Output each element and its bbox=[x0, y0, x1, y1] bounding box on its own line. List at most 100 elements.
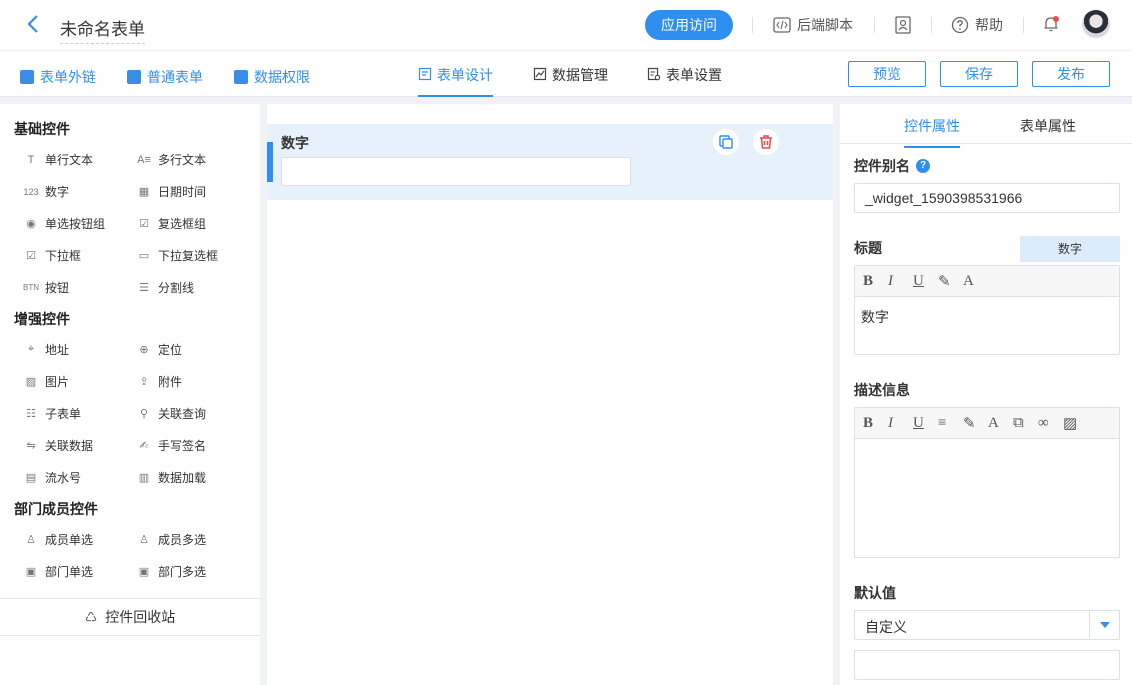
alias-label: 控件别名 bbox=[854, 158, 910, 174]
department-icon: ▣ bbox=[25, 566, 37, 578]
widget-related-data[interactable]: ⇋ 关联数据 bbox=[24, 437, 93, 454]
widget-single-line-text[interactable]: T 单行文本 bbox=[24, 151, 93, 168]
backend-script-button[interactable]: 后端脚本 bbox=[773, 15, 853, 35]
help-icon[interactable]: ? bbox=[916, 159, 930, 173]
back-icon[interactable] bbox=[26, 14, 44, 36]
data-permission-link[interactable]: 数据权限 bbox=[234, 67, 310, 87]
avatar[interactable] bbox=[1082, 10, 1110, 38]
selected-field-number[interactable]: 数字 bbox=[267, 124, 833, 200]
widget-label: 多行文本 bbox=[158, 153, 207, 167]
widget-related-query[interactable]: ⚲ 关联查询 bbox=[137, 405, 206, 422]
title-editor[interactable]: B I U ✎ A 数字 bbox=[854, 265, 1120, 355]
widget-multi-dropdown[interactable]: ▭ 下拉复选框 bbox=[137, 247, 218, 264]
widget-dept-single[interactable]: ▣ 部门单选 bbox=[24, 563, 93, 580]
copy-field-button[interactable] bbox=[713, 129, 739, 155]
form-title[interactable]: 未命名表单 bbox=[60, 15, 145, 44]
dropdown-icon: ☑ bbox=[26, 250, 36, 262]
code-icon bbox=[773, 17, 791, 33]
underline-icon[interactable]: U bbox=[913, 273, 938, 290]
italic-icon[interactable]: I bbox=[888, 273, 913, 290]
widget-serial-number[interactable]: ▤ 流水号 bbox=[24, 469, 81, 486]
recycle-bin-button[interactable]: ♺ 控件回收站 bbox=[0, 598, 260, 636]
title-chip[interactable]: 数字 bbox=[1020, 236, 1120, 262]
widget-signature[interactable]: ✍ 手写签名 bbox=[137, 437, 206, 454]
align-icon[interactable]: ≡ bbox=[938, 415, 963, 432]
subform-icon: ☷ bbox=[26, 408, 36, 420]
underline-icon[interactable]: U bbox=[913, 415, 938, 432]
bold-icon[interactable]: B bbox=[863, 415, 888, 432]
description-editor[interactable]: B I U ≡ ✎ A ⧉ ∞ ▨ bbox=[854, 407, 1120, 558]
widget-dropdown[interactable]: ☑ 下拉框 bbox=[24, 247, 81, 264]
radio-icon: ◉ bbox=[26, 218, 36, 230]
publish-button[interactable]: 发布 bbox=[1032, 61, 1110, 87]
brush-icon[interactable]: ✎ bbox=[963, 414, 988, 433]
section-title-enhanced: 增强控件 bbox=[14, 311, 70, 327]
recycle-bin-label: 控件回收站 bbox=[105, 609, 176, 625]
widget-image[interactable]: ▨ 图片 bbox=[24, 373, 69, 390]
widget-radio-group[interactable]: ◉ 单选按钮组 bbox=[24, 215, 105, 232]
bold-icon[interactable]: B bbox=[863, 273, 888, 290]
widget-locate[interactable]: ⊕ 定位 bbox=[137, 341, 182, 358]
description-editor-toolbar: B I U ≡ ✎ A ⧉ ∞ ▨ bbox=[855, 408, 1119, 439]
widget-member-single[interactable]: ♙ 成员单选 bbox=[24, 531, 93, 548]
default-value-select[interactable]: 自定义 bbox=[854, 610, 1120, 640]
widget-label: 地址 bbox=[45, 343, 70, 357]
widget-multi-line-text[interactable]: A≡ 多行文本 bbox=[137, 151, 206, 168]
chevron-down-icon[interactable] bbox=[1089, 611, 1119, 639]
widget-number[interactable]: 123 数字 bbox=[23, 183, 70, 200]
font-size-icon[interactable]: A bbox=[963, 273, 988, 290]
data-permission-label: 数据权限 bbox=[254, 69, 310, 85]
app-visit-button[interactable]: 应用访问 bbox=[645, 10, 733, 40]
link-icon[interactable]: ∞ bbox=[1038, 415, 1063, 432]
form-external-link[interactable]: 表单外链 bbox=[20, 67, 96, 87]
settings-doc-icon bbox=[647, 67, 661, 81]
number-icon: 123 bbox=[23, 186, 39, 197]
tab-data-management-label: 数据管理 bbox=[552, 67, 608, 83]
widget-label: 数字 bbox=[45, 185, 70, 199]
widget-label: 单选按钮组 bbox=[45, 217, 106, 231]
notification-dot bbox=[1053, 16, 1059, 22]
widget-checkbox-group[interactable]: ☑ 复选框组 bbox=[137, 215, 206, 232]
widget-datetime[interactable]: ▦ 日期时间 bbox=[137, 183, 206, 200]
widget-subform[interactable]: ☷ 子表单 bbox=[24, 405, 81, 422]
widget-dept-multi[interactable]: ▣ 部门多选 bbox=[137, 563, 206, 580]
normal-form-link[interactable]: 普通表单 bbox=[127, 67, 203, 87]
normal-form-label: 普通表单 bbox=[147, 69, 203, 85]
tab-form-properties[interactable]: 表单属性 bbox=[1020, 116, 1076, 136]
widget-data-load[interactable]: ▥ 数据加载 bbox=[137, 469, 206, 486]
brush-icon[interactable]: ✎ bbox=[938, 272, 963, 291]
description-editor-content[interactable] bbox=[855, 439, 1119, 459]
widget-member-multi[interactable]: ♙ 成员多选 bbox=[137, 531, 206, 548]
title-label: 标题 bbox=[854, 240, 882, 256]
help-button[interactable]: 帮助 bbox=[951, 15, 1003, 35]
save-button[interactable]: 保存 bbox=[940, 61, 1018, 87]
alias-input[interactable]: _widget_1590398531966 bbox=[854, 183, 1120, 213]
default-value-input[interactable] bbox=[854, 650, 1120, 680]
widget-label: 手写签名 bbox=[158, 439, 207, 453]
widget-label: 附件 bbox=[158, 375, 183, 389]
question-circle-icon bbox=[951, 16, 969, 34]
copy-format-icon[interactable]: ⧉ bbox=[1013, 414, 1038, 432]
tab-form-design[interactable]: 表单设计 bbox=[418, 65, 493, 97]
title-editor-content[interactable]: 数字 bbox=[855, 297, 1119, 337]
preview-button[interactable]: 预览 bbox=[848, 61, 926, 87]
image-icon[interactable]: ▨ bbox=[1063, 414, 1088, 433]
checkbox-icon: ☑ bbox=[139, 218, 149, 230]
italic-icon[interactable]: I bbox=[888, 415, 913, 432]
widget-address[interactable]: ⌖ 地址 bbox=[24, 341, 69, 358]
widget-label: 下拉框 bbox=[45, 249, 82, 263]
font-size-icon[interactable]: A bbox=[988, 415, 1013, 432]
widget-button[interactable]: BTN 按钮 bbox=[23, 279, 70, 296]
recycle-icon: ♺ bbox=[84, 608, 98, 625]
title-editor-toolbar: B I U ✎ A bbox=[855, 266, 1119, 297]
alias-label-row: 控件别名 ? bbox=[854, 156, 930, 176]
number-input[interactable] bbox=[281, 157, 631, 186]
widget-label: 按钮 bbox=[45, 281, 70, 295]
user-card-button[interactable] bbox=[894, 15, 918, 35]
tab-data-management[interactable]: 数据管理 bbox=[533, 65, 608, 97]
widget-attachment[interactable]: ⇪ 附件 bbox=[137, 373, 182, 390]
related-data-icon: ⇋ bbox=[26, 440, 36, 452]
tab-form-settings[interactable]: 表单设置 bbox=[647, 65, 722, 97]
delete-field-button[interactable] bbox=[753, 129, 779, 155]
widget-divider[interactable]: ☰ 分割线 bbox=[137, 279, 194, 296]
